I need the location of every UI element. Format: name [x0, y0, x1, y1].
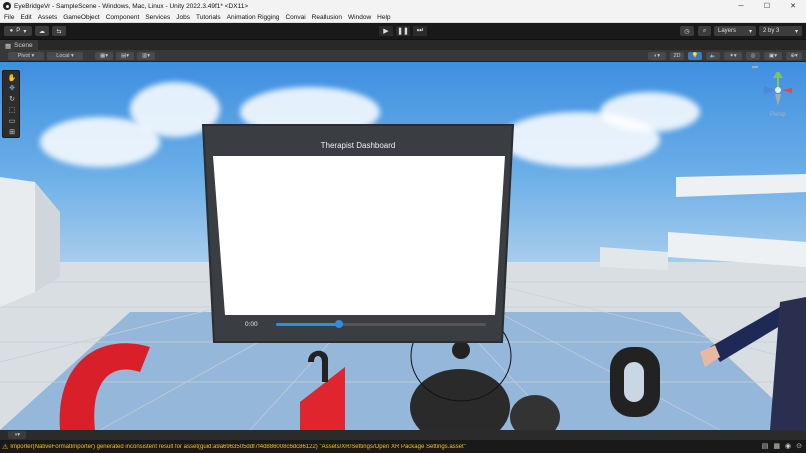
- pivot-dropdown[interactable]: Pivot ▾: [8, 52, 44, 60]
- draw-mode-icon[interactable]: ◐▾: [648, 52, 666, 60]
- menu-tutorials[interactable]: Tutorials: [196, 14, 221, 21]
- menu-reallusion[interactable]: Reallusion: [312, 14, 342, 21]
- title-bar: EyeBridgeVr - SampleScene - Windows, Mac…: [0, 0, 806, 12]
- menu-gameobject[interactable]: GameObject: [63, 14, 100, 21]
- pause-button[interactable]: ❚❚: [396, 26, 410, 36]
- scale-tool-icon[interactable]: ⬚: [6, 105, 18, 114]
- menu-edit[interactable]: Edit: [20, 14, 31, 21]
- scene-bottom-bar: ◑▾: [0, 430, 806, 440]
- video-progress-thumb[interactable]: [335, 320, 343, 328]
- settings-icon[interactable]: ⊙: [796, 442, 802, 450]
- history-icon[interactable]: ◷: [680, 26, 694, 36]
- scene-tab-bar: ▦ Scene: [0, 39, 806, 51]
- layers-label: Layers: [718, 28, 737, 34]
- search-icon[interactable]: ⌕: [698, 26, 711, 36]
- lighting-icon[interactable]: 💡: [688, 52, 702, 60]
- menu-services[interactable]: Services: [145, 14, 170, 21]
- rotate-tool-icon[interactable]: ↻: [6, 94, 18, 103]
- close-button[interactable]: ✕: [780, 0, 806, 12]
- menu-bar: File Edit Assets GameObject Component Se…: [0, 12, 806, 23]
- window-title: EyeBridgeVr - SampleScene - Windows, Mac…: [14, 2, 249, 10]
- video-progress-track[interactable]: [276, 323, 486, 326]
- hand-tool-icon[interactable]: ✋: [6, 73, 18, 82]
- menu-animation-rigging[interactable]: Animation Rigging: [227, 14, 280, 21]
- rect-tool-icon[interactable]: ▭: [6, 116, 18, 125]
- camera-icon[interactable]: ▣▾: [764, 52, 782, 60]
- layout-label: 2 by 3: [763, 28, 780, 34]
- transform-tool-icon[interactable]: ⊞: [6, 127, 18, 136]
- toggle-2d-button[interactable]: 2D: [670, 52, 684, 60]
- grid-visibility-icon[interactable]: ▥▾: [137, 52, 155, 60]
- video-time: 0:00: [245, 321, 258, 328]
- therapist-dashboard: Therapist Dashboard 0:00: [200, 122, 516, 344]
- audio-icon[interactable]: 🔈: [706, 52, 720, 60]
- gizmos-icon[interactable]: ⊕▾: [786, 52, 802, 60]
- collab-icon[interactable]: ⇆: [52, 26, 66, 36]
- dashboard-title: Therapist Dashboard: [320, 141, 396, 150]
- local-label: Local: [56, 53, 70, 59]
- mode-2d-label: 2D: [673, 53, 681, 59]
- menu-window[interactable]: Window: [348, 14, 371, 21]
- video-progress-fill: [276, 323, 339, 326]
- menu-help[interactable]: Help: [377, 14, 390, 21]
- overlay-handle[interactable]: [752, 66, 758, 68]
- scene-icon: ▦: [5, 42, 12, 50]
- menu-assets[interactable]: Assets: [38, 14, 58, 21]
- cloud-icon[interactable]: ☁: [35, 26, 49, 36]
- menu-jobs[interactable]: Jobs: [176, 14, 190, 21]
- step-button[interactable]: ⏭: [413, 26, 427, 36]
- progress-icon[interactable]: ▤: [762, 442, 769, 450]
- layout-dropdown[interactable]: 2 by 3 ▾: [759, 26, 802, 36]
- account-label: P: [16, 28, 21, 34]
- play-button[interactable]: ▶: [379, 26, 393, 36]
- minimize-button[interactable]: ─: [728, 0, 754, 12]
- status-bar: ⚠ Importer(NativeFormatImporter) generat…: [0, 440, 806, 453]
- status-message[interactable]: Importer(NativeFormatImporter) generated…: [10, 444, 466, 450]
- menu-convai[interactable]: Convai: [285, 14, 305, 21]
- maximize-button[interactable]: ☐: [754, 0, 780, 12]
- tools-panel: ✋ ✥ ↻ ⬚ ▭ ⊞: [2, 70, 20, 138]
- unity-logo-icon: [3, 2, 11, 10]
- main-toolbar: ● P ▾ ☁ ⇆ ▶ ❚❚ ⏭ ◷ ⌕ Layers ▾ 2 by 3 ▾: [0, 23, 806, 39]
- scene-tab-label: Scene: [14, 42, 33, 49]
- grid-snap-icon[interactable]: ▦▾: [95, 52, 113, 60]
- menu-file[interactable]: File: [4, 14, 14, 21]
- view-options-icon[interactable]: ◑▾: [8, 431, 26, 439]
- hidden-objects-icon[interactable]: ◎: [746, 52, 760, 60]
- account-button[interactable]: ● P ▾: [4, 26, 32, 36]
- effects-icon[interactable]: ✦▾: [724, 52, 742, 60]
- snap-increment-icon[interactable]: ▤▾: [116, 52, 134, 60]
- warning-icon: ⚠: [2, 443, 9, 451]
- layers-dropdown[interactable]: Layers ▾: [714, 26, 756, 36]
- local-dropdown[interactable]: Local ▾: [47, 52, 83, 60]
- cache-icon[interactable]: ▦: [773, 442, 780, 450]
- persp-label[interactable]: Persp: [770, 112, 786, 118]
- network-icon[interactable]: ◉: [785, 442, 791, 450]
- pivot-label: Pivot: [17, 53, 30, 59]
- scene-toolbar: Pivot ▾ Local ▾ ▦▾ ▤▾ ▥▾ ◐▾ 2D 💡 🔈 ✦▾ ◎ …: [0, 50, 806, 62]
- move-tool-icon[interactable]: ✥: [6, 83, 18, 92]
- menu-component[interactable]: Component: [106, 14, 140, 21]
